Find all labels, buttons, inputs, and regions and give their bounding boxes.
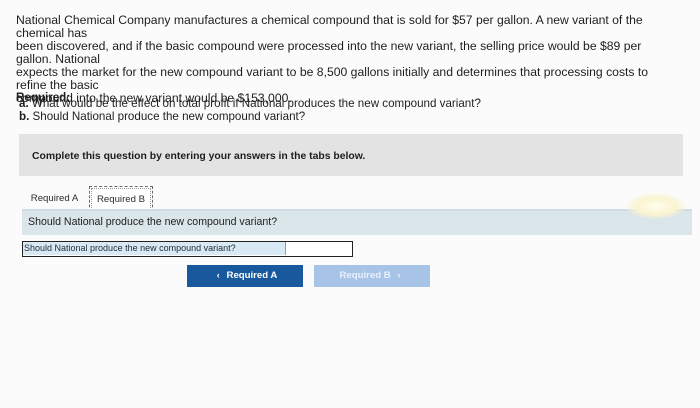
- required-item-text: What would be the effect on total profit…: [31, 97, 481, 110]
- question-band: Should National produce the new compound…: [22, 209, 692, 235]
- answer-row: Should National produce the new compound…: [22, 241, 353, 257]
- required-item-b: b. Should National produce the new compo…: [19, 110, 481, 123]
- chevron-left-icon: ‹: [216, 270, 220, 281]
- screen-glare: [626, 193, 686, 219]
- chevron-right-icon: ›: [397, 270, 401, 281]
- answer-label: Should National produce the new compound…: [23, 242, 285, 255]
- next-button-label: Required B: [339, 270, 391, 281]
- problem-line: been discovered, and if the basic compou…: [16, 39, 642, 66]
- problem-statement: National Chemical Company manufactures a…: [16, 14, 666, 105]
- next-required-b-button[interactable]: Required B ›: [314, 265, 430, 287]
- problem-line: expects the market for the new compound …: [16, 65, 649, 92]
- required-item-a: a. What would be the effect on total pro…: [19, 97, 481, 110]
- required-list: a. What would be the effect on total pro…: [19, 97, 481, 123]
- instruction-panel: Complete this question by entering your …: [19, 134, 683, 176]
- instruction-text: Complete this question by entering your …: [32, 151, 366, 162]
- answer-input[interactable]: [285, 242, 351, 255]
- previous-button-label: Required A: [226, 270, 278, 281]
- question-text: Should National produce the new compound…: [28, 216, 278, 228]
- required-item-prefix: b.: [19, 110, 30, 123]
- required-item-prefix: a.: [19, 97, 29, 110]
- required-item-text: Should National produce the new compound…: [32, 110, 306, 123]
- problem-line: National Chemical Company manufactures a…: [16, 13, 643, 40]
- previous-required-a-button[interactable]: ‹ Required A: [187, 265, 303, 287]
